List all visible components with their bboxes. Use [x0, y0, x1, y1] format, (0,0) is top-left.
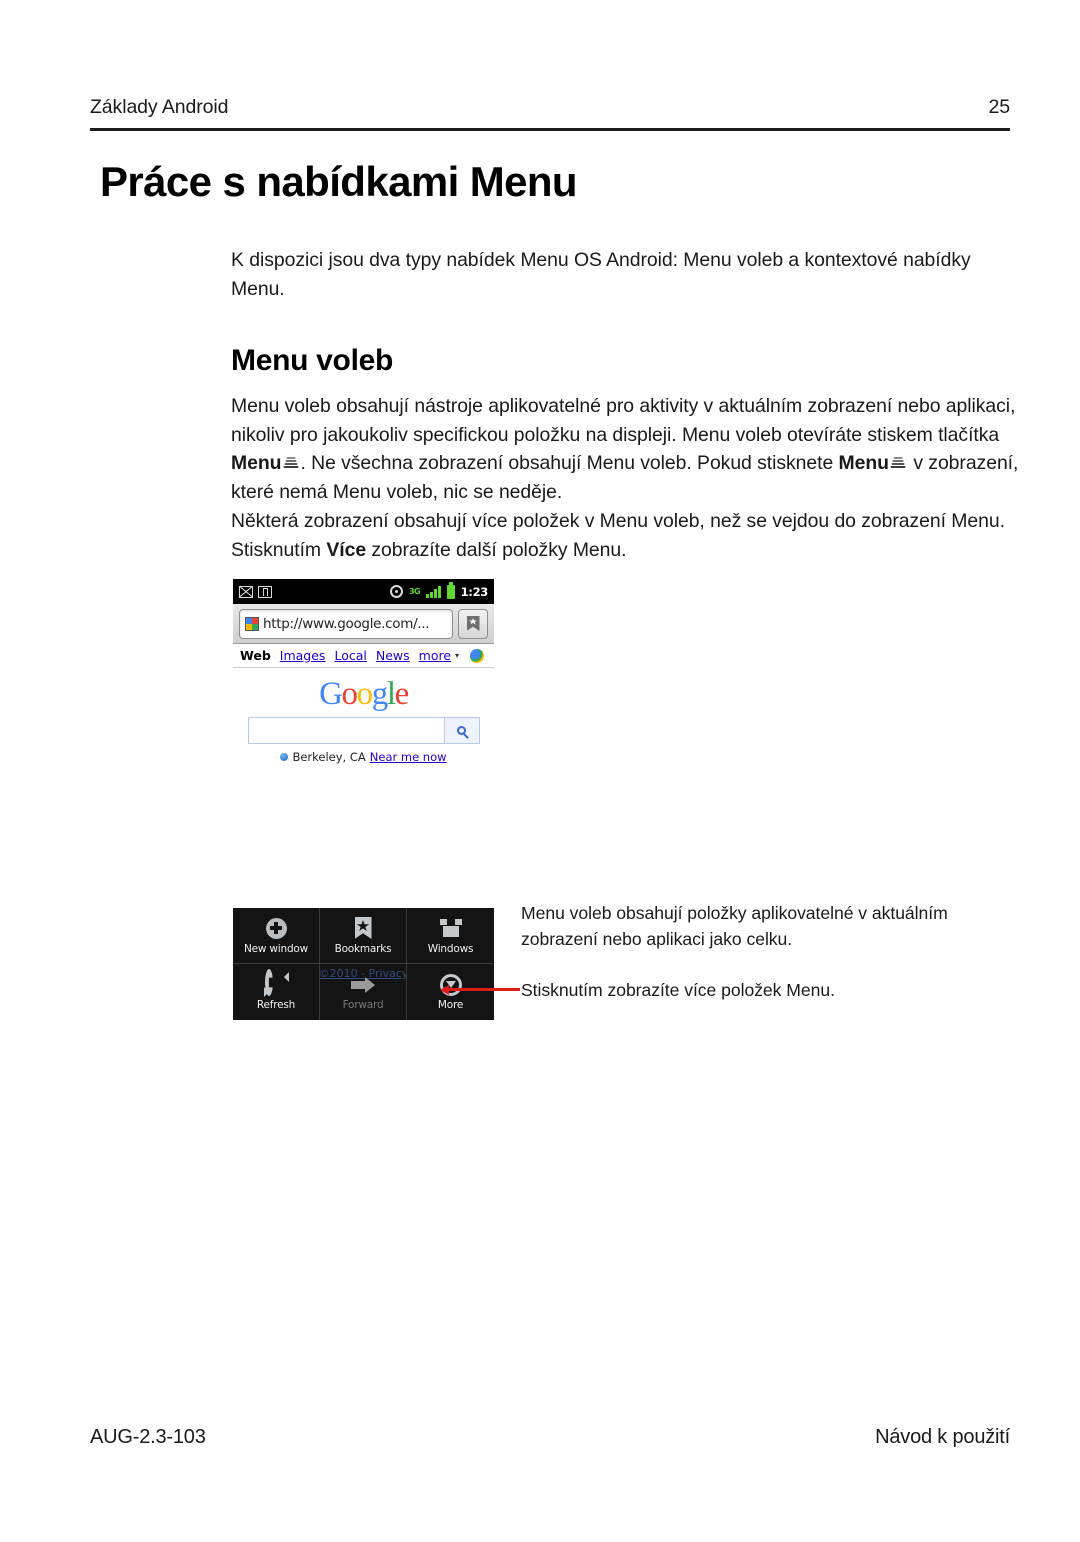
p1-bold-menu-2: Menu	[838, 452, 889, 475]
browser-screenshot-figure: 3G 1:23 http://www.google.com/... Web Im…	[233, 579, 494, 781]
p1-part-1: Menu voleb obsahují nástroje aplikovatel…	[231, 395, 1016, 446]
search-input[interactable]	[247, 717, 444, 744]
p1-bold-menu-1: Menu	[231, 452, 282, 475]
url-input[interactable]: http://www.google.com/...	[239, 608, 453, 639]
status-bar-notifications	[239, 585, 272, 598]
sim-card-icon	[258, 585, 272, 598]
battery-icon	[446, 582, 455, 599]
menu-item-more[interactable]: More	[407, 964, 494, 1020]
footer-document-type: Návod k použití	[875, 1426, 1010, 1448]
nav-link-images[interactable]: Images	[280, 648, 326, 663]
google-homepage-content: Google Berkeley, CA Near me now	[233, 668, 494, 781]
page-title: Práce s nabídkami Menu	[100, 158, 578, 205]
menu-item-label: Windows	[427, 942, 474, 955]
3g-data-icon: 3G	[408, 587, 421, 596]
menu-item-forward: Forward	[320, 964, 407, 1020]
header-divider	[90, 128, 1010, 131]
browser-url-bar[interactable]: http://www.google.com/...	[233, 604, 494, 644]
search-magnifier-icon	[457, 726, 466, 735]
footer-document-code: AUG-2.3-103	[90, 1426, 206, 1448]
url-text: http://www.google.com/...	[263, 615, 430, 632]
bookmark-star-icon	[354, 917, 372, 940]
gps-icon	[389, 585, 403, 598]
menu-hamburger-icon	[283, 456, 299, 470]
google-nav-links: Web Images Local News more ▾	[233, 644, 494, 668]
nav-link-more[interactable]: more	[419, 648, 451, 663]
callout-text-bottom: Stisknutím zobrazíte více položek Menu.	[521, 980, 835, 1000]
p2-part-2: zobrazíte další položky Menu.	[366, 538, 627, 561]
refresh-icon	[263, 969, 289, 997]
paragraph-2: Některá zobrazení obsahují více položek …	[231, 507, 1021, 564]
plus-circle-icon	[265, 917, 287, 940]
page-footer: AUG-2.3-103 Návod k použití	[90, 1426, 1010, 1449]
options-menu-screenshot-figure: View Google in Mobile | Classic ©2010 - …	[233, 908, 494, 1020]
location-row: Berkeley, CA Near me now	[280, 750, 447, 764]
status-bar-clock: 1:23	[460, 584, 489, 599]
menu-item-refresh[interactable]: Refresh	[233, 964, 320, 1020]
nav-link-news[interactable]: News	[376, 648, 410, 663]
menu-item-label: More	[437, 999, 464, 1011]
paragraph-1: Menu voleb obsahují nástroje aplikovatel…	[231, 392, 1021, 506]
google-search-row[interactable]	[247, 717, 480, 744]
section-heading: Menu voleb	[231, 344, 394, 377]
signal-bars-icon	[426, 585, 441, 598]
menu-item-bookmarks[interactable]: Bookmarks	[320, 908, 407, 964]
menu-item-label: Forward	[342, 999, 384, 1011]
paragraph-1-block: Menu voleb obsahují nástroje aplikovatel…	[231, 392, 1021, 506]
status-bar-system-icons: 3G 1:23	[389, 582, 489, 599]
google-favicon-icon	[245, 616, 259, 631]
nav-link-local[interactable]: Local	[334, 648, 366, 663]
menu-item-label: New window	[243, 942, 309, 955]
google-logo: Google	[319, 676, 409, 712]
header-section-title: Základy Android	[90, 96, 229, 118]
header-page-number: 25	[988, 96, 1011, 118]
chevron-down-icon[interactable]: ▾	[455, 651, 459, 660]
callout-arrow	[440, 984, 520, 995]
paragraph-2-block: Některá zobrazení obsahují více položek …	[231, 507, 1021, 564]
menu-item-label: Bookmarks	[334, 942, 392, 955]
p2-bold-vice: Více	[326, 538, 367, 561]
near-me-now-link[interactable]: Near me now	[370, 750, 447, 764]
menu-hamburger-icon	[890, 456, 906, 470]
envelope-icon	[239, 585, 253, 598]
bookmark-star-icon	[466, 616, 480, 631]
windows-icon	[439, 917, 462, 940]
page-header: Základy Android 25	[90, 96, 1010, 119]
intro-block: K dispozici jsou dva typy nabídek Menu O…	[231, 246, 1021, 303]
location-dot-icon	[280, 753, 289, 761]
p1-part-2: . Ne všechna zobrazení obsahují Menu vol…	[300, 452, 839, 475]
document-page: Základy Android 25 Práce s nabídkami Men…	[0, 0, 1080, 1542]
search-button[interactable]	[443, 717, 480, 744]
android-status-bar: 3G 1:23	[233, 579, 494, 604]
section-heading-block: Menu voleb	[231, 344, 1021, 378]
menu-item-label: Refresh	[256, 999, 296, 1011]
options-menu-grid: New window Bookmarks Windows Refresh For…	[233, 908, 494, 1020]
menu-item-windows[interactable]: Windows	[407, 908, 494, 964]
menu-item-new-window[interactable]: New window	[233, 908, 320, 964]
location-label: Berkeley, CA	[292, 750, 366, 764]
google-apps-icon[interactable]	[470, 648, 485, 663]
callout-text-top: Menu voleb obsahují položky aplikovateln…	[521, 903, 948, 949]
nav-link-web[interactable]: Web	[240, 648, 271, 663]
intro-paragraph: K dispozici jsou dva typy nabídek Menu O…	[231, 249, 971, 300]
forward-arrow-icon	[351, 973, 375, 996]
bookmark-button[interactable]	[458, 608, 488, 639]
